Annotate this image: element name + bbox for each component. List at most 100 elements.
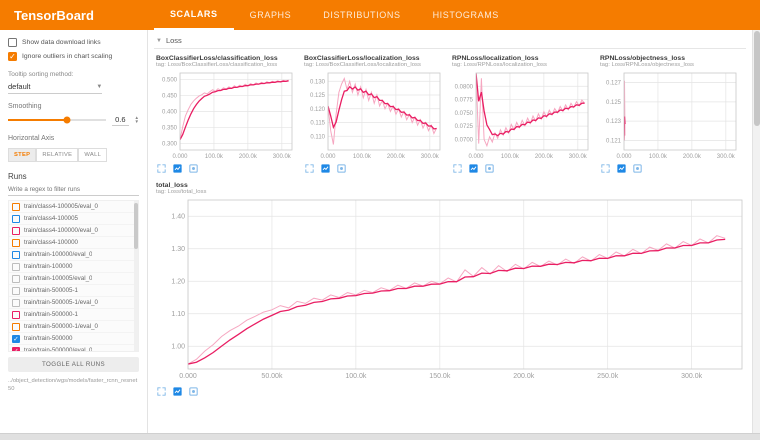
svg-text:0.000: 0.000 — [468, 154, 484, 160]
svg-text:0.0800: 0.0800 — [455, 84, 474, 90]
run-list-item[interactable]: train/class4-100005 — [9, 213, 138, 225]
svg-text:0.127: 0.127 — [606, 81, 622, 87]
run-checkbox[interactable] — [12, 287, 20, 295]
chart-card-classification-loss: BoxClassifierLoss/classification_loss ta… — [154, 54, 296, 174]
run-list-item[interactable]: train/train-500005-1 — [9, 285, 138, 297]
chart-card-rpn-localization-loss: RPNLoss/localization_loss tag: Loss/RPNL… — [450, 54, 592, 174]
collapse-caret-icon: ▼ — [156, 38, 162, 44]
tab-histograms[interactable]: HISTOGRAMS — [417, 0, 515, 30]
run-label: train/train-100000/eval_0 — [24, 251, 92, 258]
run-list-item[interactable]: train/class4-100005/eval_0 — [9, 201, 138, 213]
expand-icon[interactable] — [304, 163, 315, 174]
runs-list: train/class4-100005/eval_0train/class4-1… — [8, 200, 139, 352]
page-scrollbar[interactable] — [752, 30, 760, 433]
fit-domain-icon[interactable] — [320, 163, 331, 174]
fit-domain-icon[interactable] — [468, 163, 479, 174]
axis-step-button[interactable]: STEP — [8, 148, 36, 162]
run-list-item[interactable]: train/class4-100000 — [9, 237, 138, 249]
page-scrollbar-thumb[interactable] — [754, 31, 760, 126]
run-list-item[interactable]: train/train-100000/eval_0 — [9, 249, 138, 261]
svg-text:100.0k: 100.0k — [501, 154, 520, 160]
run-list-item[interactable]: train/train-100005/eval_0 — [9, 273, 138, 285]
tab-graphs[interactable]: GRAPHS — [234, 0, 308, 30]
expand-icon[interactable] — [156, 386, 167, 397]
fit-domain-icon[interactable] — [172, 163, 183, 174]
svg-text:0.000: 0.000 — [320, 154, 336, 160]
run-list-item[interactable]: train/class4-100000/eval_0 — [9, 225, 138, 237]
fit-domain-icon[interactable] — [172, 386, 183, 397]
run-list-item[interactable]: train/train-500005-1/eval_0 — [9, 297, 138, 309]
svg-text:0.450: 0.450 — [162, 94, 178, 100]
smoothing-slider[interactable] — [8, 119, 106, 121]
svg-text:300.0k: 300.0k — [421, 154, 440, 160]
smoothing-slider-thumb[interactable] — [63, 117, 70, 124]
ignore-outliers-checkbox[interactable]: ✓ — [8, 52, 17, 61]
run-list-item[interactable]: train/train-500000-1 — [9, 309, 138, 321]
run-label: train/train-500005-1/eval_0 — [24, 299, 98, 306]
smoothing-value[interactable]: 0.6 — [112, 114, 128, 126]
tensorboard-app: TensorBoard SCALARSGRAPHSDISTRIBUTIONSHI… — [0, 0, 760, 440]
axis-relative-button[interactable]: RELATIVE — [36, 148, 78, 162]
toggle-all-runs-button[interactable]: TOGGLE ALL RUNS — [8, 357, 139, 372]
svg-text:300.0k: 300.0k — [569, 154, 588, 160]
tooltip-sorting-select[interactable]: default ▼ — [8, 80, 102, 94]
pin-icon[interactable] — [188, 163, 199, 174]
line-chart[interactable]: 0.1100.1150.1200.1250.1300.000100.0k200.… — [302, 69, 444, 161]
svg-text:0.500: 0.500 — [162, 78, 178, 84]
show-download-links-option[interactable]: Show data download links — [8, 38, 139, 47]
pin-icon[interactable] — [484, 163, 495, 174]
run-list-item[interactable]: train/train-500000-1/eval_0 — [9, 321, 138, 333]
run-checkbox[interactable] — [12, 239, 20, 247]
svg-text:0.110: 0.110 — [310, 134, 325, 140]
app-header: TensorBoard SCALARSGRAPHSDISTRIBUTIONSHI… — [0, 0, 760, 30]
pin-icon[interactable] — [336, 163, 347, 174]
run-checkbox[interactable] — [12, 299, 20, 307]
line-chart[interactable]: 0.1210.1230.1250.1270.000100.0k200.0k300… — [598, 69, 740, 161]
horizontal-axis-label: Horizontal Axis — [8, 135, 139, 142]
expand-icon[interactable] — [156, 163, 167, 174]
run-checkbox[interactable] — [12, 323, 20, 331]
smoothing-slider-fill — [8, 119, 67, 121]
run-list-item[interactable]: train/train-100000 — [9, 261, 138, 273]
line-chart[interactable]: 0.07000.07250.07500.07750.08000.000100.0… — [450, 69, 592, 161]
run-checkbox[interactable] — [12, 227, 20, 235]
chart-toolbar — [302, 161, 444, 174]
category-header-loss[interactable]: ▼ Loss — [154, 33, 746, 49]
horizontal-scrollbar-track[interactable] — [0, 433, 760, 440]
chart-tag: tag: Loss/RPNLoss/objectness_loss — [600, 62, 740, 68]
svg-text:100.0k: 100.0k — [353, 154, 372, 160]
svg-text:300.0k: 300.0k — [681, 373, 703, 380]
tab-scalars[interactable]: SCALARS — [154, 0, 234, 30]
ignore-outliers-option[interactable]: ✓ Ignore outliers in chart scaling — [8, 52, 139, 61]
run-checkbox[interactable] — [12, 311, 20, 319]
run-checkbox[interactable] — [12, 275, 20, 283]
run-checkbox[interactable] — [12, 263, 20, 271]
line-chart[interactable]: 1.001.101.201.301.400.00050.00k100.0k150… — [154, 196, 750, 384]
chart-title: total_loss — [156, 182, 750, 189]
svg-text:200.0k: 200.0k — [513, 373, 535, 380]
show-download-links-checkbox[interactable] — [8, 38, 17, 47]
svg-text:0.0700: 0.0700 — [455, 137, 474, 143]
line-chart[interactable]: 0.3000.3500.4000.4500.5000.000100.0k200.… — [154, 69, 296, 161]
runs-filter-input[interactable] — [8, 184, 139, 196]
tab-distributions[interactable]: DISTRIBUTIONS — [307, 0, 416, 30]
run-checkbox[interactable]: ✓ — [12, 347, 20, 353]
expand-icon[interactable] — [600, 163, 611, 174]
pin-icon[interactable] — [632, 163, 643, 174]
run-checkbox[interactable] — [12, 203, 20, 211]
runs-scrollbar-thumb[interactable] — [134, 203, 138, 249]
run-list-item[interactable]: ✓train/train-500000/eval_0 — [9, 345, 138, 352]
expand-icon[interactable] — [452, 163, 463, 174]
run-list-item[interactable]: ✓train/train-500000 — [9, 333, 138, 345]
pin-icon[interactable] — [188, 386, 199, 397]
svg-text:0.400: 0.400 — [162, 110, 178, 116]
run-checkbox[interactable] — [12, 251, 20, 259]
smoothing-stepper[interactable]: ▲▼ — [135, 116, 139, 124]
chart-toolbar — [450, 161, 592, 174]
run-checkbox[interactable]: ✓ — [12, 335, 20, 343]
fit-domain-icon[interactable] — [616, 163, 627, 174]
run-checkbox[interactable] — [12, 215, 20, 223]
ignore-outliers-label: Ignore outliers in chart scaling — [22, 53, 112, 60]
svg-text:1.20: 1.20 — [171, 279, 185, 286]
axis-wall-button[interactable]: WALL — [78, 148, 107, 162]
